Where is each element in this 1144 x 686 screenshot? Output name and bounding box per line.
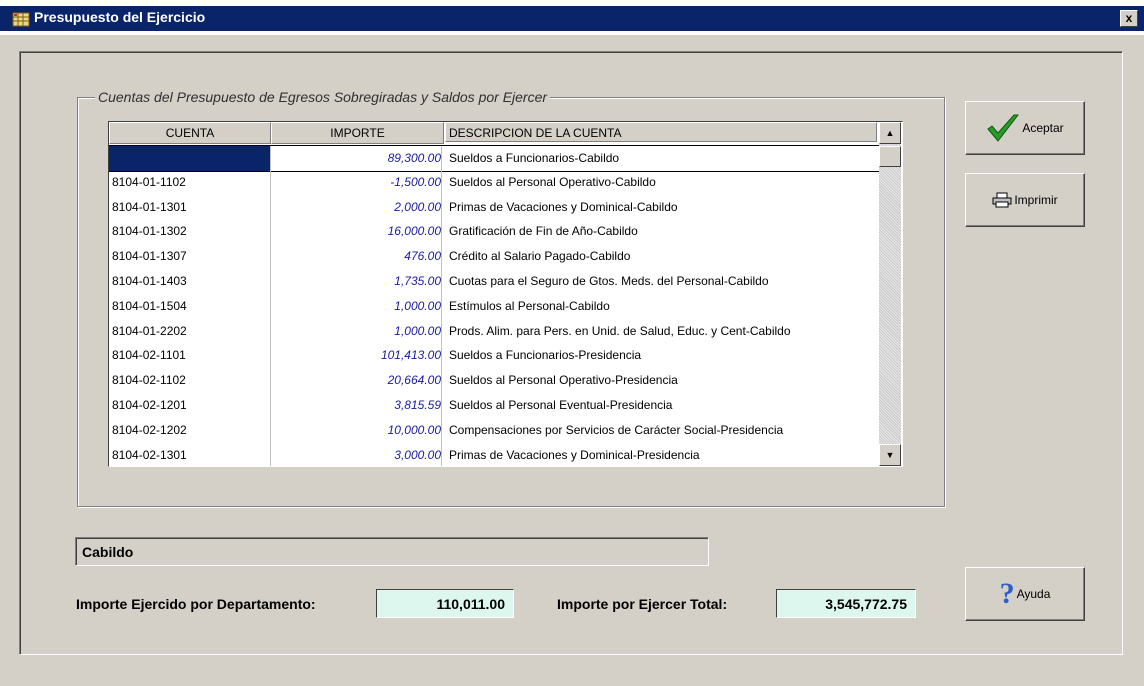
column-header-descripcion[interactable]: DESCRIPCION DE LA CUENTA [445,122,877,142]
cell-descripcion: Estímulos al Personal-Cabildo [449,298,610,313]
scroll-thumb[interactable] [879,146,901,167]
cell-importe: 1,735.00 [271,269,442,294]
cell-cuenta: 8104-02-1301 [109,442,271,466]
cell-descripcion: Primas de Vacaciones y Dominical-Cabildo [449,199,678,214]
accounts-grid[interactable]: CUENTA IMPORTE DESCRIPCION DE LA CUENTA … [108,121,903,467]
aceptar-button[interactable]: Aceptar [965,101,1085,155]
cell-importe: 1,000.00 [271,293,442,319]
cell-cuenta: 8104-01-1102 [109,169,271,195]
table-row[interactable]: 8104-01-1302 16,000.00 Gratificación de Fi… [109,219,879,245]
cell-importe: 101,413.00 [271,343,442,369]
close-button[interactable]: x [1120,10,1138,27]
cell-cuenta: 8104-02-1202 [109,417,271,443]
ejercido-label: Importe Ejercido por Departamento: [76,596,316,612]
table-row[interactable]: 8104-01-1307 476.00 Crédito al Salario Pag… [109,244,879,270]
imprimir-button[interactable]: Imprimir [965,173,1085,227]
cell-descripcion: Sueldos al Personal Eventual-Presidencia [449,398,673,412]
grid-header: CUENTA IMPORTE DESCRIPCION DE LA CUENTA [109,122,879,144]
cell-cuenta: 8104-01-1504 [109,293,271,319]
cell-importe: 3,000.00 [271,442,442,466]
cell-cuenta: 8104-02-1101 [109,343,271,369]
cell-descripcion: Compensaciones por Servicios de Carácter… [449,422,784,437]
column-header-importe[interactable]: IMPORTE [271,122,444,144]
column-header-cuenta[interactable]: CUENTA [109,122,271,144]
cell-cuenta: 8104-02-1201 [109,393,271,418]
table-row[interactable]: 8104-01-1504 1,000.00 Estímulos al Persona… [109,293,879,319]
cell-descripcion: Sueldos a Funcionarios-Cabildo [449,151,620,165]
cell-descripcion: Sueldos al Personal Operativo-Cabildo [449,174,656,189]
checkmark-icon [987,114,1020,142]
imprimir-label: Imprimir [1014,193,1058,207]
cell-descripcion: Sueldos a Funcionarios-Presidencia [449,348,642,363]
ejercido-value: 110,011.00 [376,589,514,618]
cell-cuenta: 8104-01-1301 [109,194,271,220]
aceptar-label: Aceptar [1022,121,1064,135]
table-row[interactable]: 8104-02-1201 3,815.59 Sueldos al Personal … [109,393,879,418]
close-icon: x [1125,11,1133,25]
window-title: Presupuesto del Ejercicio [34,9,206,25]
cell-cuenta: 8104-01-2202 [109,318,271,344]
vertical-scrollbar[interactable]: ▲ ▼ [879,122,901,466]
cell-descripcion: Primas de Vacaciones y Dominical-Preside… [449,447,700,462]
table-row[interactable]: 8104-02-1202 10,000.00 Compensaciones por … [109,417,879,443]
table-row[interactable]: 8104-02-1102 20,664.00 Sueldos al Personal… [109,368,879,394]
por-ejercer-label: Importe por Ejercer Total: [557,596,728,612]
title-bar: Presupuesto del Ejercicio x [0,0,1144,35]
cell-cuenta: 8104-01-1403 [109,269,271,294]
groupbox-label: Cuentas del Presupuesto de Egresos Sobre… [95,89,551,105]
cell-descripcion: Gratificación de Fin de Año-Cabildo [449,224,638,239]
cell-cuenta [109,146,271,171]
cell-importe: 476.00 [271,244,442,270]
cell-importe: 1,000.00 [271,318,442,344]
ayuda-button[interactable]: ? Ayuda [965,567,1085,621]
por-ejercer-value: 3,545,772.75 [776,589,916,618]
printer-icon [992,192,1012,208]
department-field: Cabildo [75,537,709,566]
cell-descripcion: Cuotas para el Seguro de Gtos. Meds. del… [449,274,769,288]
arrow-up-icon: ▲ [885,128,895,138]
cell-importe: 16,000.00 [271,219,442,245]
cell-importe: 3,815.59 [271,393,442,418]
cell-importe: -1,500.00 [271,169,442,195]
cell-importe: 2,000.00 [271,194,442,220]
cell-importe: 10,000.00 [271,417,442,443]
table-row[interactable]: 8104-01-1301 2,000.00 Primas de Vacaciones… [109,194,879,220]
scroll-down-button[interactable]: ▼ [879,444,901,466]
table-row[interactable]: 89,300.00 Sueldos a Funcionarios-Cabildo [109,145,879,172]
cell-descripcion: Crédito al Salario Pagado-Cabildo [449,249,631,264]
ayuda-label: Ayuda [1016,587,1051,601]
table-row[interactable]: 8104-01-1403 1,735.00 Cuotas para el Segur… [109,269,879,294]
arrow-down-icon: ▼ [885,450,895,460]
cell-descripcion: Prods. Alim. para Pers. en Unid. de Salu… [449,323,791,338]
cell-cuenta: 8104-02-1102 [109,368,271,394]
spreadsheet-icon [12,12,30,27]
cell-importe: 89,300.00 [271,146,442,171]
scroll-up-button[interactable]: ▲ [879,122,901,144]
cell-descripcion: Sueldos al Personal Operativo-Presidenci… [449,373,678,388]
table-row[interactable]: 8104-01-1102 -1,500.00 Sueldos al Personal… [109,169,879,195]
table-row[interactable]: 8104-02-1101 101,413.00 Sueldos a Funciona… [109,343,879,369]
cell-importe: 20,664.00 [271,368,442,394]
cell-cuenta: 8104-01-1302 [109,219,271,245]
table-row[interactable]: 8104-02-1301 3,000.00 Primas de Vacaciones… [109,442,879,466]
question-mark-icon: ? [999,577,1015,610]
table-row[interactable]: 8104-01-2202 1,000.00 Prods. Alim. para Pe… [109,318,879,344]
cell-cuenta: 8104-01-1307 [109,244,271,270]
